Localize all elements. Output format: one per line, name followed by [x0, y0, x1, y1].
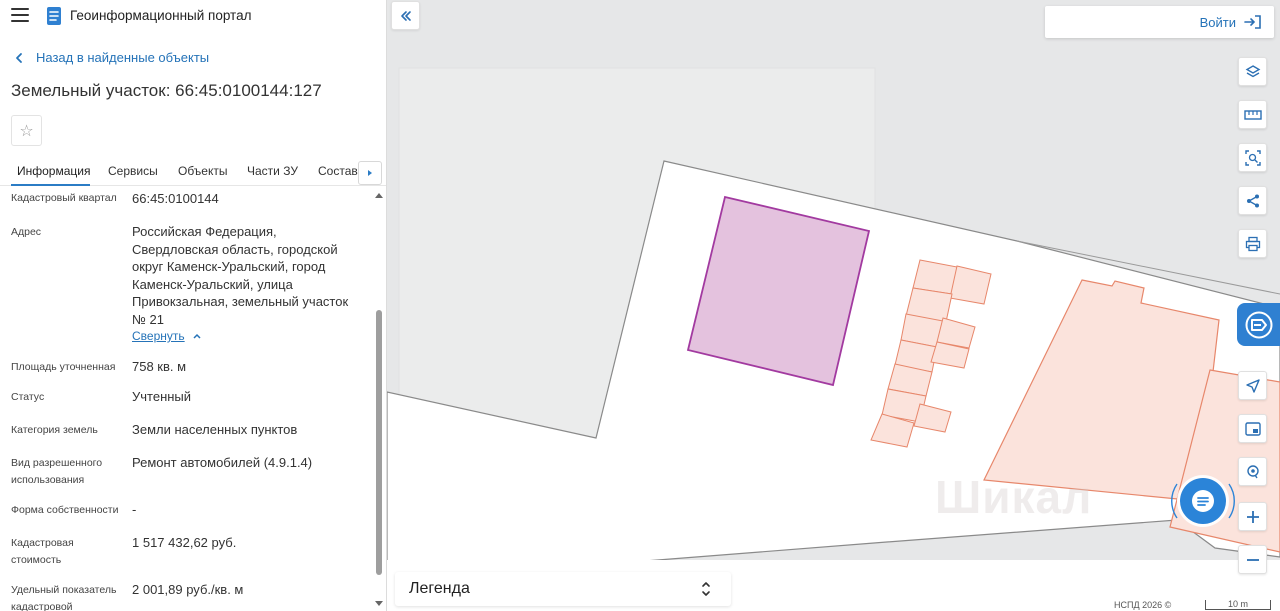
- property-label: Кадастровая стоимость: [11, 537, 74, 566]
- portal-logo-icon: [47, 7, 61, 25]
- zoom-out-icon: [1246, 558, 1259, 561]
- gosuslugi-button[interactable]: [1237, 303, 1280, 346]
- property-value[interactable]: 1 517 432,62 руб.: [132, 534, 362, 552]
- ruler-icon: [1243, 109, 1262, 120]
- zoom-in-icon: [1246, 510, 1259, 523]
- legend-toggle[interactable]: Легенда: [395, 572, 731, 606]
- collapse-address-link[interactable]: Свернуть: [132, 329, 204, 343]
- property-value[interactable]: 66:45:0100144: [132, 190, 362, 208]
- scale-bar: 10 m: [1205, 600, 1271, 610]
- share-icon: [1246, 194, 1259, 207]
- share-button[interactable]: [1238, 186, 1267, 215]
- tab-information[interactable]: Информация: [17, 164, 90, 178]
- property-value[interactable]: 758 кв. м: [132, 358, 362, 376]
- print-button[interactable]: [1238, 229, 1267, 258]
- zoom-in-button[interactable]: [1238, 502, 1267, 531]
- map-canvas[interactable]: [387, 0, 1280, 611]
- login-icon: [1244, 15, 1261, 29]
- back-to-results-link[interactable]: Назад в найденные объекты: [12, 50, 209, 65]
- navigate-icon: [1245, 378, 1260, 393]
- back-link-label: Назад в найденные объекты: [36, 50, 210, 65]
- zoom-out-button[interactable]: [1238, 545, 1267, 574]
- tab-objects[interactable]: Объекты: [178, 164, 228, 178]
- area-select-icon: [1244, 149, 1261, 166]
- tabs-scroll-right-button[interactable]: [358, 161, 382, 185]
- property-label: Вид разрешенного использования: [11, 457, 103, 486]
- tab-bar: Информация Сервисы Объекты Части ЗУ Сост…: [0, 156, 386, 186]
- layers-icon: [1245, 64, 1260, 77]
- panel-scrollbar[interactable]: [374, 190, 384, 611]
- property-label: Категория земель: [11, 424, 98, 436]
- legend-label: Легенда: [409, 580, 470, 597]
- collapse-label: Свернуть: [132, 329, 185, 343]
- property-label: Кадастровый квартал: [11, 192, 117, 204]
- info-panel: Геоинформационный портал Назад в найденн…: [0, 0, 387, 611]
- minimap-button[interactable]: [1238, 414, 1267, 443]
- layers-button[interactable]: [1238, 57, 1267, 86]
- map-layer: [387, 0, 1280, 611]
- property-value[interactable]: Земли населенных пунктов: [132, 421, 362, 439]
- property-label: Форма собственности: [11, 504, 119, 516]
- scrollbar-thumb[interactable]: [376, 310, 382, 575]
- gosuslugi-icon: [1245, 311, 1272, 338]
- chevron-up-down-icon: [702, 582, 710, 596]
- property-value[interactable]: Ремонт автомобилей (4.9.1.4): [132, 454, 362, 472]
- locate-button[interactable]: [1238, 457, 1267, 486]
- login-label: Войти: [1199, 14, 1236, 30]
- star-icon: ☆: [19, 122, 34, 140]
- panel-header: Геоинформационный портал: [0, 0, 386, 32]
- property-label: Адрес: [11, 226, 42, 238]
- double-chevron-left-icon: [400, 10, 411, 21]
- property-label: Площадь уточненная: [11, 361, 116, 373]
- menu-icon[interactable]: [11, 8, 29, 22]
- chat-assistant-button[interactable]: [1180, 478, 1226, 524]
- collapse-panel-button[interactable]: [391, 1, 420, 30]
- navigate-button[interactable]: [1238, 371, 1267, 400]
- property-value[interactable]: -: [132, 501, 362, 519]
- area-select-button[interactable]: [1238, 143, 1267, 172]
- watermark-text: Шикал: [935, 471, 1093, 523]
- tab-services[interactable]: Сервисы: [108, 164, 158, 178]
- map-attribution: НСПД 2026 © 10 m: [1109, 599, 1280, 611]
- tab-land-parts[interactable]: Части ЗУ: [247, 164, 298, 178]
- minimap-icon: [1244, 421, 1261, 436]
- chevron-left-icon: [16, 52, 22, 63]
- caret-right-icon: [368, 170, 372, 176]
- favorite-button[interactable]: ☆: [11, 115, 42, 146]
- page-title: Земельный участок: 66:45:0100144:127: [11, 81, 322, 100]
- chat-icon: [1192, 490, 1214, 512]
- scroll-down-arrow[interactable]: [374, 599, 384, 609]
- app-title: Геоинформационный портал: [70, 8, 252, 23]
- login-button[interactable]: Войти: [1045, 6, 1274, 38]
- property-label: Удельный показатель кадастровой: [11, 584, 117, 611]
- property-value[interactable]: Учтенный: [132, 388, 362, 406]
- attribution-text: НСПД 2026 ©: [1114, 600, 1172, 610]
- property-value[interactable]: Российская Федерация, Свердловская облас…: [132, 223, 362, 328]
- tab-composition[interactable]: Состав: [318, 164, 358, 178]
- properties-list: Кадастровый квартал 66:45:0100144 Адрес …: [0, 186, 373, 611]
- property-value[interactable]: 2 001,89 руб./кв. м: [132, 581, 362, 599]
- property-label: Статус: [11, 391, 45, 403]
- scroll-up-arrow[interactable]: [374, 190, 384, 200]
- chevron-up-icon: [193, 333, 201, 339]
- print-icon: [1245, 236, 1260, 251]
- ruler-button[interactable]: [1238, 100, 1267, 129]
- locate-icon: [1246, 464, 1259, 478]
